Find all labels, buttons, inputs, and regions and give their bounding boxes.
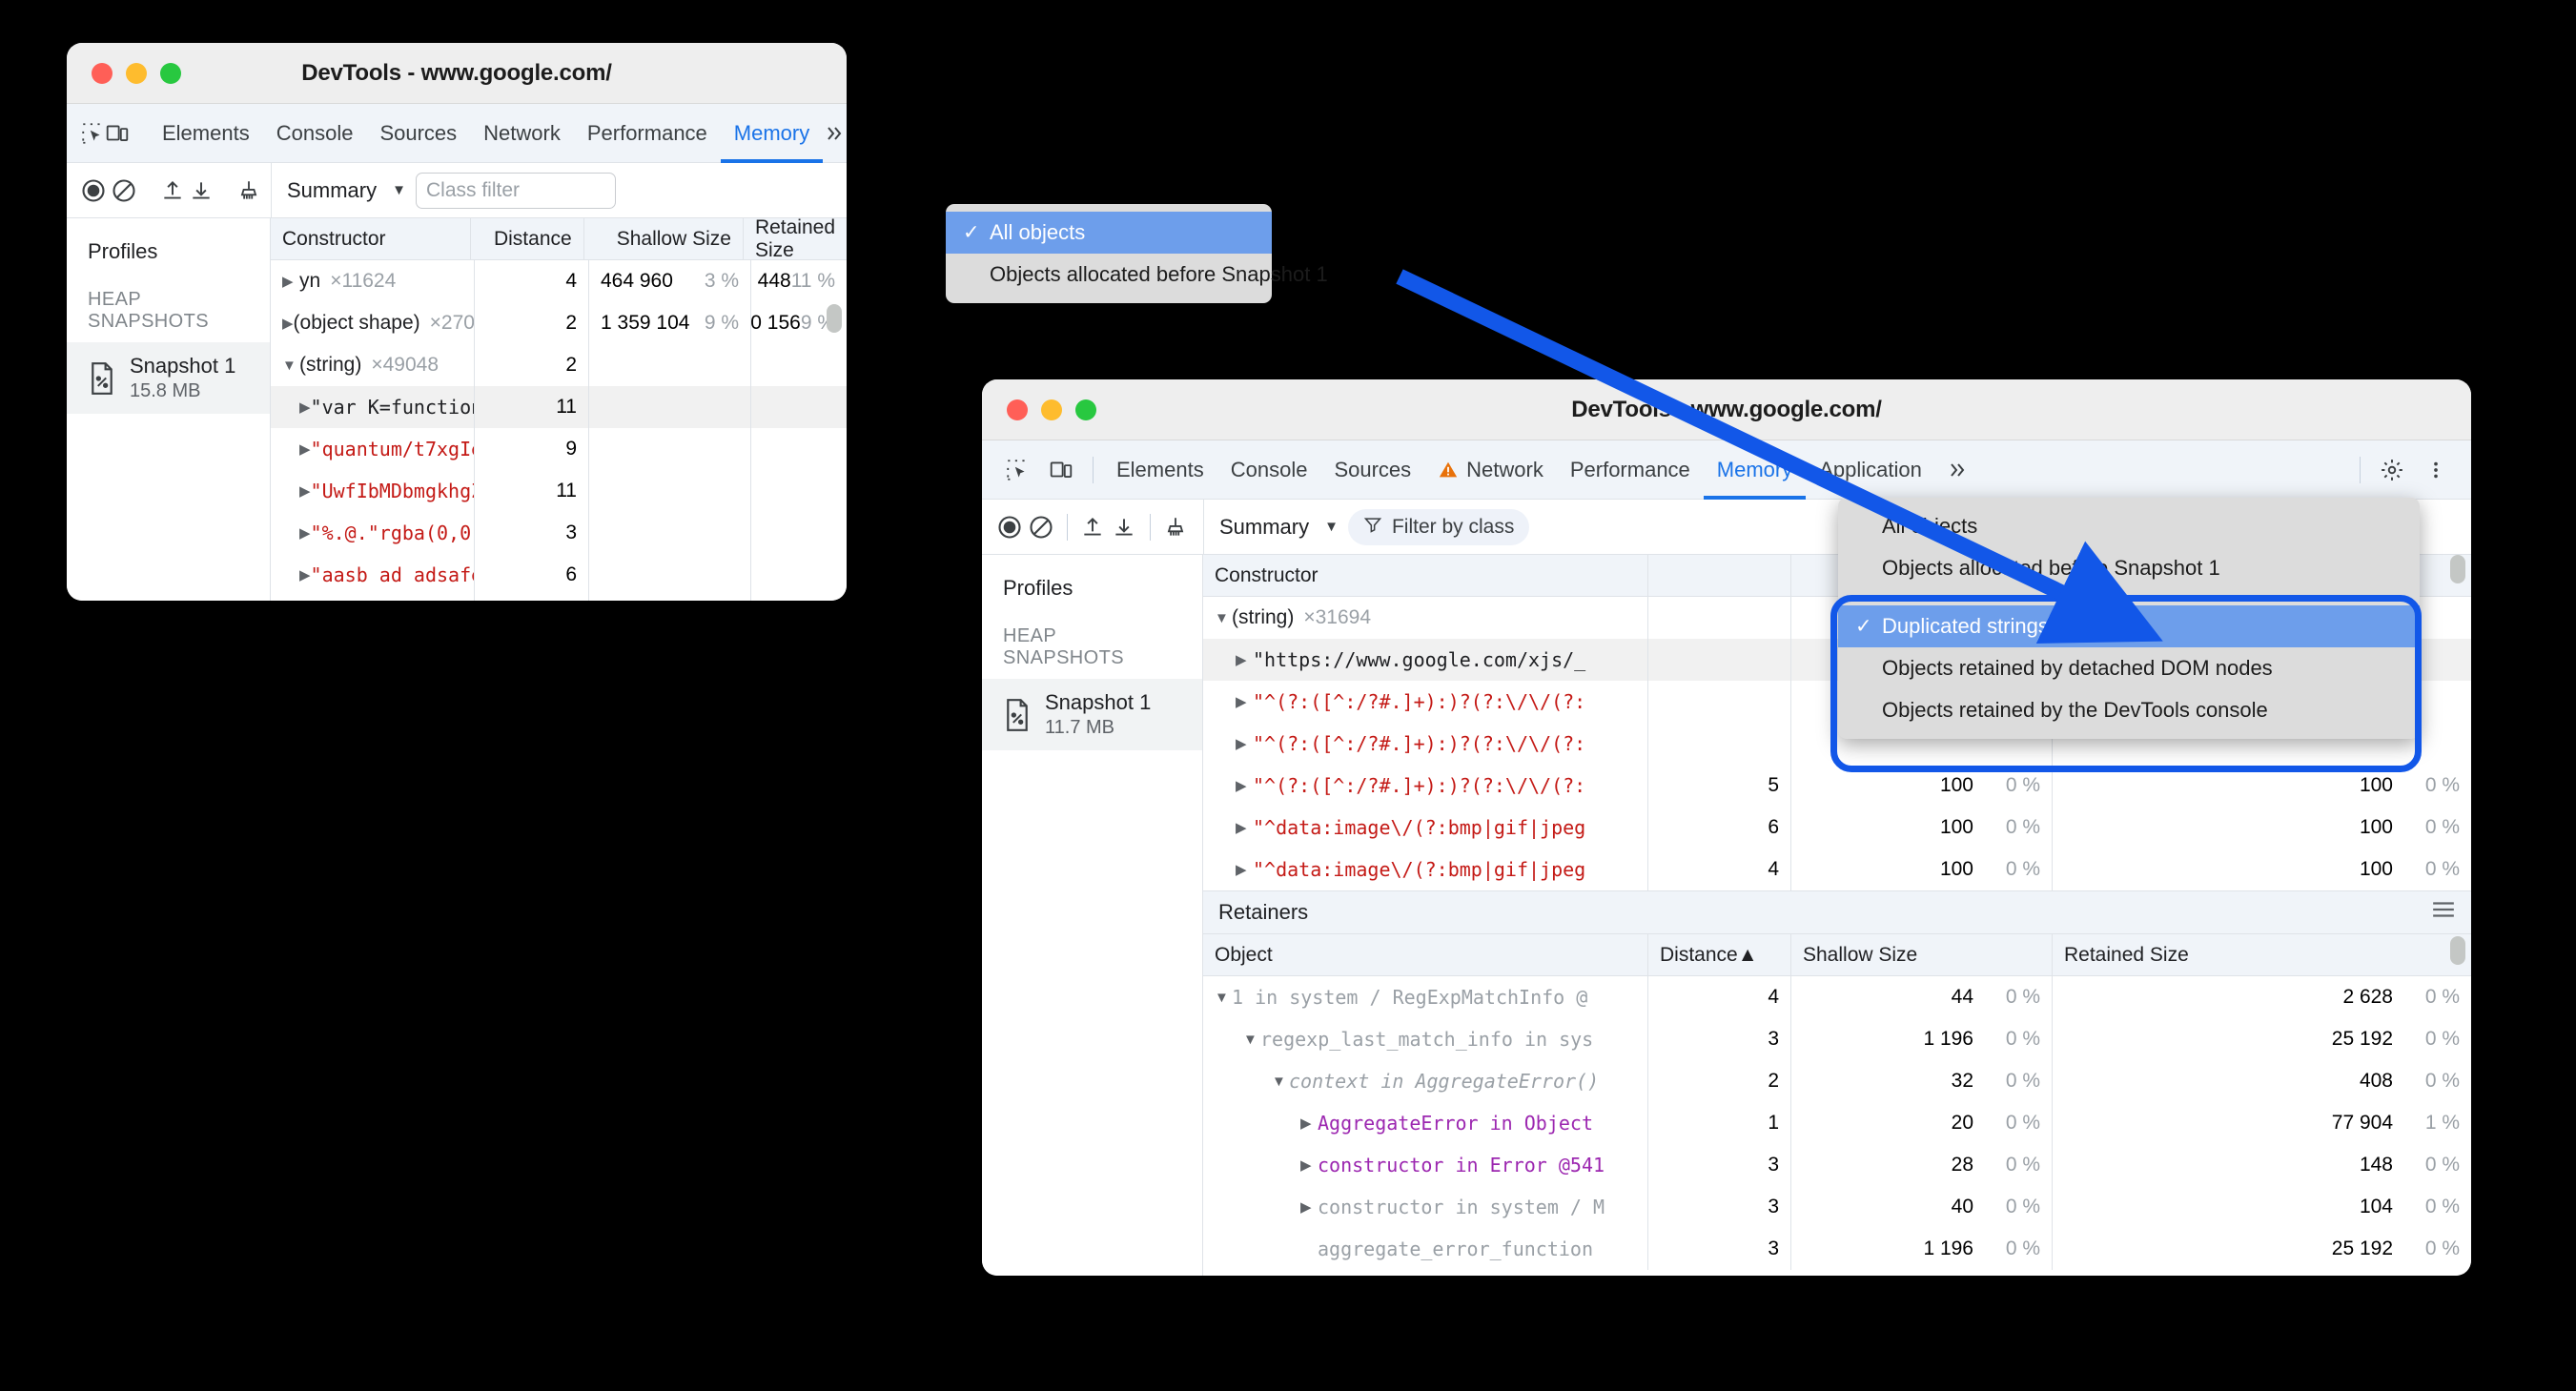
- annotation-arrow: [1396, 269, 2163, 644]
- screenshot-stage: DevTools - www.google.com/ Elements Cons…: [0, 0, 2576, 1391]
